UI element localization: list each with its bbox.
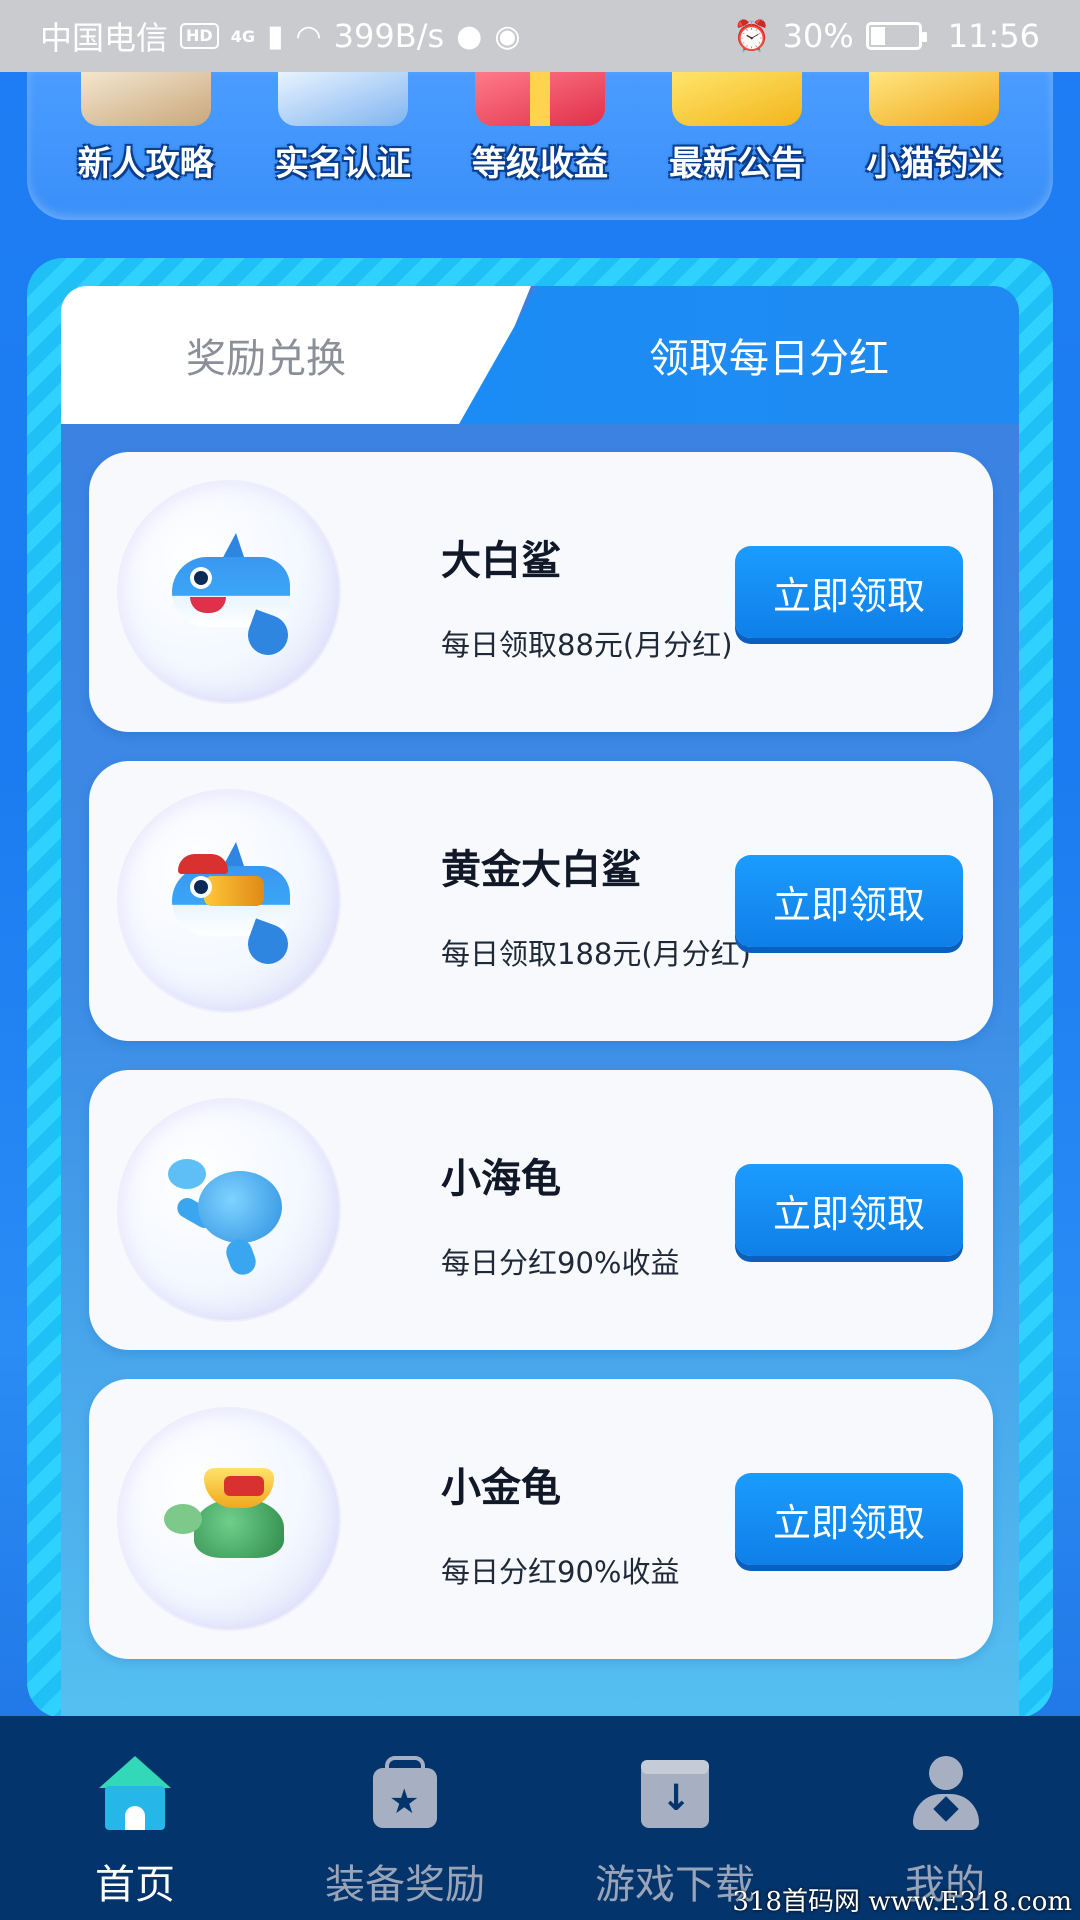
tab-bar: 奖励兑换 领取每日分红 xyxy=(61,286,1019,424)
envelope-icon xyxy=(672,72,803,126)
reward-bubble xyxy=(119,1409,339,1629)
nav-home[interactable]: 首页 xyxy=(15,1756,255,1910)
home-icon xyxy=(97,1756,173,1832)
sea-turtle-icon xyxy=(164,1145,294,1279)
reward-title: 小海龟 xyxy=(441,1156,561,1202)
shortcut-label: 最新公告 xyxy=(669,144,806,184)
reward-title: 大白鲨 xyxy=(441,538,561,584)
battery-fill xyxy=(870,27,885,45)
hd-badge: HD xyxy=(180,23,219,49)
download-icon: ↓ xyxy=(637,1756,713,1832)
reward-description: 每日领取88元(月分红) xyxy=(441,628,733,662)
status-bar: 中国电信 HD 4G ▮ ◠ 399B/s ● ◉ ⏰ 30% 11:56 xyxy=(0,0,1080,72)
watermark-text: 318首码网 www.E318.com xyxy=(732,1887,1072,1917)
gift-icon: ★ xyxy=(367,1756,443,1832)
guide-book-icon xyxy=(80,72,211,126)
nav-label: 装备奖励 xyxy=(325,1862,485,1908)
reward-card: 黄金大白鲨 每日领取188元(月分红) 立即领取 xyxy=(89,761,993,1041)
battery-percent: 30% xyxy=(782,17,854,55)
alarm-icon: ⏰ xyxy=(733,18,771,54)
reward-text: 黄金大白鲨 每日领取188元(月分红) xyxy=(441,837,751,973)
reward-card: 小海龟 每日分红90%收益 立即领取 xyxy=(89,1070,993,1350)
reward-description: 每日领取188元(月分红) xyxy=(441,937,751,971)
gold-coins-icon xyxy=(869,72,1000,126)
shortcut-label: 实名认证 xyxy=(274,144,411,184)
nav-label: 首页 xyxy=(95,1862,175,1908)
profile-icon xyxy=(907,1756,983,1832)
rewards-frame: 奖励兑换 领取每日分红 大白鲨 每日领取88元(月分红) 立即领取 黄金大白鲨 … xyxy=(27,258,1053,1718)
battery-icon xyxy=(865,22,927,50)
rewards-panel: 奖励兑换 领取每日分红 大白鲨 每日领取88元(月分红) 立即领取 黄金大白鲨 … xyxy=(61,286,1019,1718)
shortcut-cat-fishing[interactable]: 小猫钓米 xyxy=(849,72,1019,185)
network-label: 4G xyxy=(230,26,255,46)
reward-card: 小金龟 每日分红90%收益 立即领取 xyxy=(89,1379,993,1659)
shortcut-real-name-verify[interactable]: 实名认证 xyxy=(258,72,428,185)
reward-bubble xyxy=(119,1100,339,1320)
claim-button[interactable]: 立即领取 xyxy=(735,1473,963,1565)
reward-description: 每日分红90%收益 xyxy=(441,1555,680,1589)
reward-title: 黄金大白鲨 xyxy=(441,847,641,893)
shortcut-label: 等级收益 xyxy=(471,144,608,184)
reward-bubble xyxy=(119,791,339,1011)
claim-button[interactable]: 立即领取 xyxy=(735,546,963,638)
signal-icon: ▮ xyxy=(266,18,284,54)
status-left: 中国电信 HD 4G ▮ ◠ 399B/s ● ◉ xyxy=(40,13,521,59)
wifi-icon: ◠ xyxy=(295,18,322,54)
wechat-icon: ◉ xyxy=(494,18,521,54)
qq-icon: ● xyxy=(456,18,483,54)
reward-bubble xyxy=(119,482,339,702)
claim-button[interactable]: 立即领取 xyxy=(735,855,963,947)
reward-text: 小海龟 每日分红90%收益 xyxy=(441,1146,679,1282)
shortcut-newbie-guide[interactable]: 新人攻略 xyxy=(61,72,231,185)
claim-button[interactable]: 立即领取 xyxy=(735,1164,963,1256)
status-right: ⏰ 30% 11:56 xyxy=(733,17,1040,55)
clock: 11:56 xyxy=(947,17,1040,55)
reward-title: 小金龟 xyxy=(441,1465,561,1511)
reward-text: 小金龟 每日分红90%收益 xyxy=(441,1455,679,1591)
shortcut-label: 小猫钓米 xyxy=(866,144,1003,184)
shortcut-panel: 新人攻略 实名认证 等级收益 最新公告 小猫钓米 xyxy=(27,72,1053,220)
reward-card: 大白鲨 每日领取88元(月分红) 立即领取 xyxy=(89,452,993,732)
tab-reward-exchange[interactable]: 奖励兑换 xyxy=(61,286,531,424)
golden-turtle-icon xyxy=(164,1454,294,1584)
reward-text: 大白鲨 每日领取88元(月分红) xyxy=(441,528,733,664)
tab-daily-dividend[interactable]: 领取每日分红 xyxy=(459,286,1019,424)
great-white-shark-icon xyxy=(164,527,294,661)
nav-equipment-rewards[interactable]: ★ 装备奖励 xyxy=(285,1756,525,1910)
shortcut-level-earnings[interactable]: 等级收益 xyxy=(455,72,625,185)
reward-description: 每日分红90%收益 xyxy=(441,1246,680,1280)
carrier-label: 中国电信 xyxy=(40,19,169,57)
shortcut-latest-notice[interactable]: 最新公告 xyxy=(652,72,822,185)
nav-label: 游戏下载 xyxy=(595,1862,755,1908)
golden-shark-icon xyxy=(164,836,294,970)
shortcut-label: 新人攻略 xyxy=(77,144,214,184)
network-speed: 399B/s xyxy=(333,17,445,55)
gift-box-icon xyxy=(474,72,605,126)
id-card-icon xyxy=(277,72,408,126)
